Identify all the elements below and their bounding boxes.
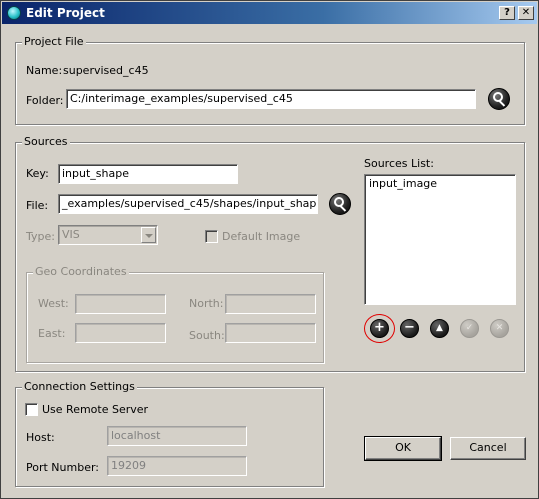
default-image-checkbox[interactable] <box>205 230 218 243</box>
sources-listbox[interactable]: input_image <box>364 174 516 305</box>
host-input[interactable]: localhost <box>107 426 247 446</box>
key-input[interactable]: input_shape <box>58 164 238 184</box>
cancel-button[interactable]: Cancel <box>450 437 526 460</box>
list-item[interactable]: input_image <box>369 177 511 190</box>
close-button[interactable]: ✕ <box>518 6 534 20</box>
chevron-down-icon[interactable] <box>141 227 156 243</box>
geo-coordinates-group-title: Geo Coordinates <box>33 265 129 278</box>
magnifier-handle <box>498 100 506 107</box>
folder-input[interactable]: C:/interimage_examples/supervised_c45 <box>66 89 476 109</box>
use-remote-server-label: Use Remote Server <box>42 403 149 416</box>
type-select[interactable]: VIS <box>58 225 158 245</box>
west-input[interactable] <box>75 294 166 314</box>
geo-coordinates-group: Geo Coordinates <box>26 265 324 363</box>
project-name-value: supervised_c45 <box>63 64 149 77</box>
remove-source-button[interactable]: − <box>400 319 419 338</box>
connection-settings-group-title: Connection Settings <box>22 380 137 393</box>
south-label: South: <box>189 329 225 342</box>
magnifier-handle <box>339 205 347 212</box>
west-label: West: <box>38 297 69 310</box>
title-bar[interactable]: Edit Project ? ✕ <box>2 2 537 24</box>
key-label: Key: <box>26 167 49 180</box>
folder-label: Folder: <box>26 94 64 107</box>
host-label: Host: <box>26 431 55 444</box>
north-input[interactable] <box>225 294 316 314</box>
interimage-icon <box>7 6 21 20</box>
file-input[interactable]: _examples/supervised_c45/shapes/input_sh… <box>58 194 318 214</box>
name-label: Name: <box>26 64 63 77</box>
east-label: East: <box>38 327 66 340</box>
file-label: File: <box>26 199 49 212</box>
port-number-label: Port Number: <box>26 461 100 474</box>
use-remote-server-checkbox[interactable] <box>25 403 38 416</box>
move-up-button[interactable]: ▲ <box>430 319 449 338</box>
type-label: Type: <box>26 230 55 243</box>
file-browse-button[interactable] <box>329 193 351 215</box>
north-label: North: <box>189 297 224 310</box>
confirm-button[interactable]: ✓ <box>460 319 479 338</box>
magnifier-icon <box>493 92 503 102</box>
east-input[interactable] <box>75 323 166 343</box>
project-file-group-title: Project File <box>22 35 86 48</box>
magnifier-icon <box>334 197 344 207</box>
default-image-label: Default Image <box>222 230 301 243</box>
window-title: Edit Project <box>26 6 105 20</box>
help-button[interactable]: ? <box>499 6 515 20</box>
folder-browse-button[interactable] <box>488 88 510 110</box>
sources-list-label: Sources List: <box>364 157 434 170</box>
ok-button[interactable]: OK <box>364 436 442 461</box>
south-input[interactable] <box>225 323 316 343</box>
project-file-group: Project File <box>15 35 525 125</box>
sources-group-title: Sources <box>22 135 70 148</box>
add-source-button[interactable]: + <box>370 319 389 338</box>
cancel-edit-button[interactable]: ✕ <box>490 319 509 338</box>
port-number-input[interactable]: 19209 <box>107 456 247 476</box>
type-select-value: VIS <box>62 228 80 241</box>
edit-project-dialog: Edit Project ? ✕ Project File Name: supe… <box>0 0 539 499</box>
